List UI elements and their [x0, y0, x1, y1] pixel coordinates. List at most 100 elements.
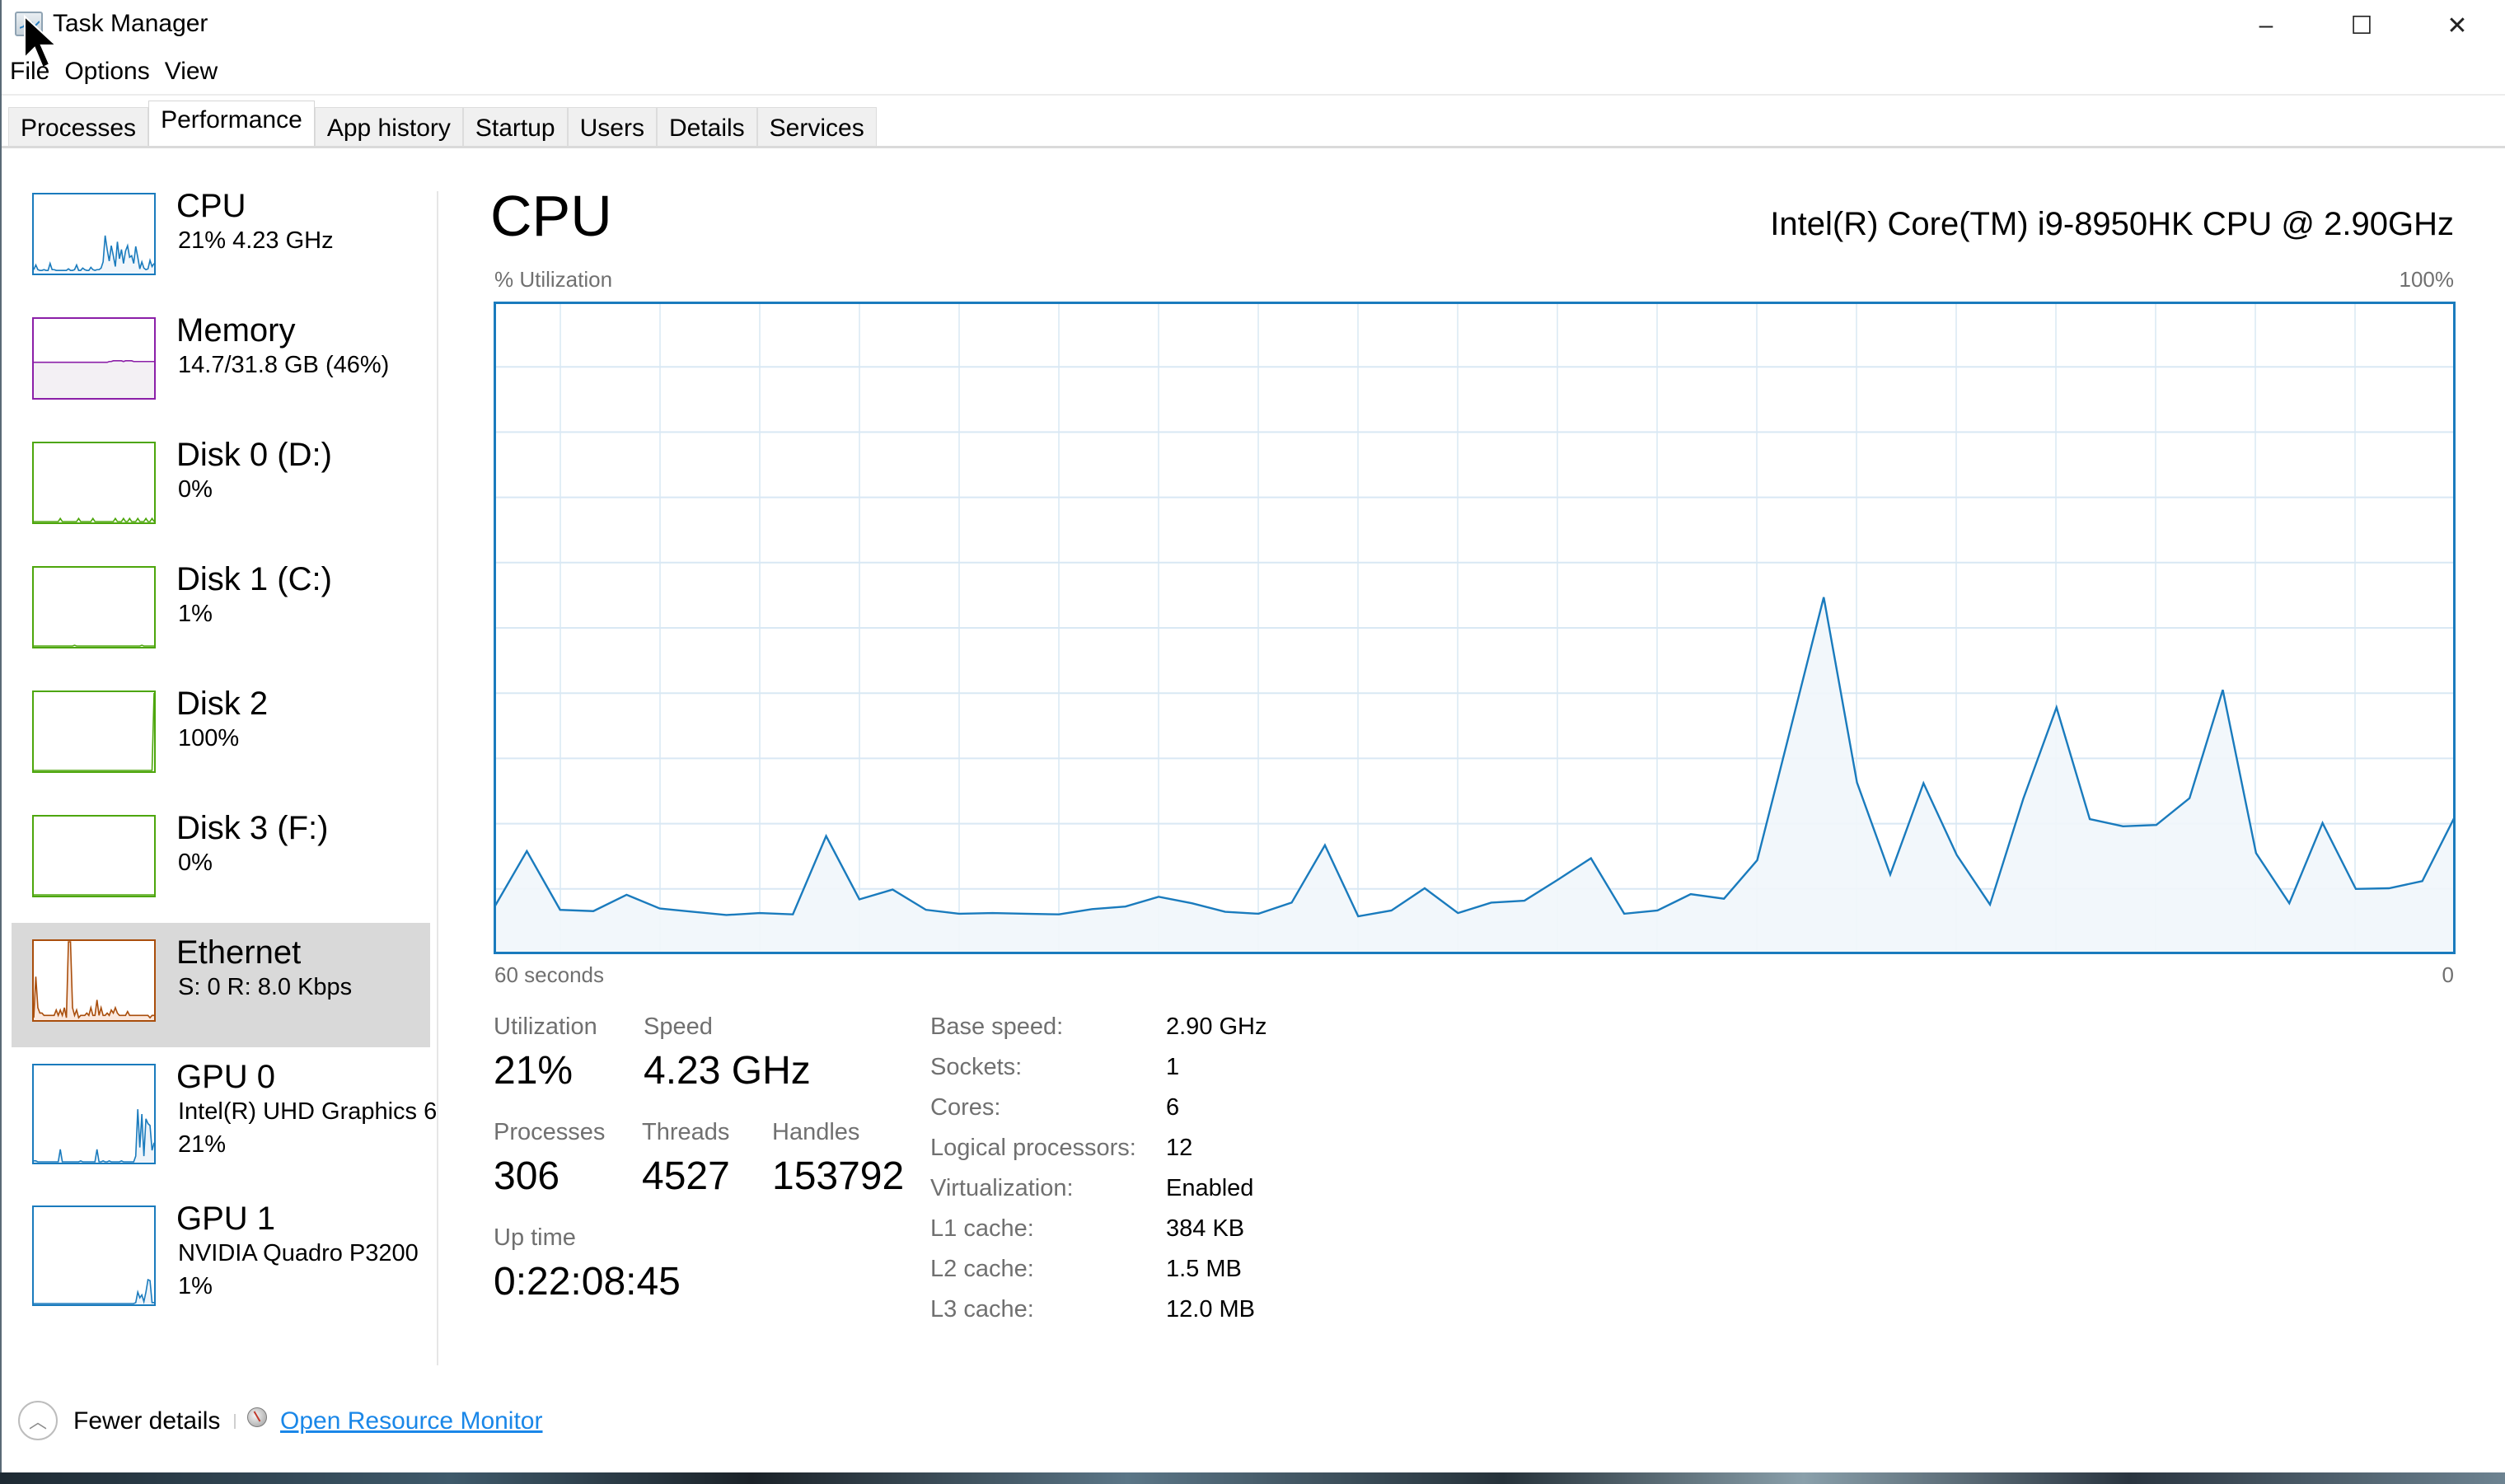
sidebar-item-subtitle: NVIDIA Quadro P3200	[178, 1240, 419, 1266]
uptime-label: Up time	[494, 1224, 576, 1251]
resource-monitor-icon	[247, 1407, 267, 1427]
sidebar-item-disk-0-d[interactable]: Disk 0 (D:) 0%	[12, 425, 430, 550]
sidebar-item-subtitle: 14.7/31.8 GB (46%)	[178, 352, 390, 378]
ethernet-thumbnail-line	[34, 941, 154, 1019]
gpu-0-thumbnail-graph	[32, 1064, 156, 1164]
chart-y-label: % Utilization	[494, 267, 613, 292]
sidebar-item-title: Memory	[176, 312, 296, 349]
speed-value: 4.23 GHz	[644, 1049, 811, 1093]
info-value: 1.5 MB	[1166, 1256, 1242, 1282]
sidebar-item-subtitle: Intel(R) UHD Graphics 6	[178, 1098, 438, 1125]
menu-view[interactable]: View	[163, 56, 219, 94]
ethernet-thumbnail-graph	[32, 939, 156, 1022]
cpu-model-name: Intel(R) Core(TM) i9-8950HK CPU @ 2.90GH…	[1770, 206, 2454, 242]
info-value: Enabled	[1166, 1175, 1254, 1201]
info-label: Sockets:	[930, 1054, 1023, 1080]
info-value: 12.0 MB	[1166, 1296, 1255, 1322]
sidebar-item-subtitle: S: 0 R: 8.0 Kbps	[178, 974, 353, 1000]
disk-3-f-thumbnail-graph	[32, 815, 156, 897]
gpu-0-thumbnail-line	[34, 1109, 154, 1163]
sidebar-item-disk-1-c[interactable]: Disk 1 (C:) 1%	[12, 550, 430, 674]
task-manager-window: Task Manager – ☐ ✕ File Options View Pro…	[0, 0, 2505, 1472]
info-value: 1	[1166, 1054, 1180, 1080]
fewer-details-button[interactable]: ︿	[18, 1401, 58, 1440]
sidebar-item-title: GPU 1	[176, 1201, 276, 1237]
info-value: 384 KB	[1166, 1215, 1245, 1242]
sidebar-item-subtitle: 0%	[178, 476, 213, 503]
disk-2-thumbnail-graph	[32, 691, 156, 773]
maximize-button[interactable]: ☐	[2314, 0, 2409, 51]
info-label: Cores:	[930, 1094, 1001, 1121]
footer-divider	[234, 1414, 236, 1429]
menu-bar: File Options View	[2, 56, 219, 94]
info-label: L2 cache:	[930, 1256, 1034, 1282]
utilization-value: 21%	[494, 1049, 574, 1093]
open-resource-monitor-link[interactable]: Open Resource Monitor	[280, 1407, 543, 1435]
tab-services[interactable]: Services	[756, 107, 877, 148]
sidebar-item-disk-2[interactable]: Disk 2 100%	[12, 674, 430, 798]
info-label: Base speed:	[930, 1014, 1064, 1040]
sidebar-item-title: Disk 2	[176, 686, 269, 722]
sidebar-item-gpu-1[interactable]: GPU 1 NVIDIA Quadro P3200 1%	[12, 1189, 430, 1331]
sidebar-item-value: 1%	[178, 1273, 213, 1299]
memory-thumbnail-area	[34, 360, 154, 398]
sidebar-item-subtitle: 1%	[178, 601, 213, 627]
close-button[interactable]: ✕	[2409, 0, 2505, 51]
sidebar-item-cpu[interactable]: CPU 21% 4.23 GHz	[12, 176, 430, 301]
tab-details[interactable]: Details	[656, 107, 757, 148]
sidebar-item-subtitle: 100%	[178, 725, 240, 751]
handles-value: 153792	[772, 1154, 905, 1198]
info-value: 2.90 GHz	[1166, 1014, 1267, 1040]
sidebar-divider[interactable]	[437, 191, 438, 1365]
gpu-1-thumbnail-line	[34, 1278, 154, 1304]
window-title: Task Manager	[53, 10, 208, 37]
gpu-1-thumbnail-graph	[32, 1205, 156, 1306]
uptime-value: 0:22:08:45	[494, 1260, 681, 1304]
chevron-up-icon: ︿	[28, 1411, 47, 1432]
sidebar-item-memory[interactable]: Memory 14.7/31.8 GB (46%)	[12, 301, 430, 425]
disk-0-d-thumbnail-line	[34, 517, 154, 522]
processes-label: Processes	[494, 1119, 606, 1145]
info-label: L1 cache:	[930, 1215, 1034, 1242]
close-icon: ✕	[2446, 12, 2468, 40]
info-label: Virtualization:	[930, 1175, 1074, 1201]
page-title: CPU	[490, 184, 612, 248]
threads-value: 4527	[642, 1154, 730, 1198]
cpu-area-fill	[494, 597, 2456, 954]
menu-divider	[2, 94, 2505, 96]
tab-processes[interactable]: Processes	[8, 107, 149, 148]
menu-options[interactable]: Options	[63, 56, 151, 94]
sidebar-item-title: GPU 0	[176, 1059, 276, 1095]
sidebar-item-subtitle: 21% 4.23 GHz	[178, 227, 334, 254]
sidebar-item-value: 21%	[178, 1131, 227, 1158]
speed-label: Speed	[644, 1014, 713, 1040]
sidebar-item-ethernet[interactable]: Ethernet S: 0 R: 8.0 Kbps	[12, 923, 430, 1047]
info-label: Logical processors:	[930, 1135, 1136, 1161]
maximize-icon: ☐	[2350, 12, 2373, 40]
fewer-details-label[interactable]: Fewer details	[73, 1407, 220, 1435]
processes-value: 306	[494, 1154, 560, 1198]
chart-x-left-label: 60 seconds	[494, 962, 604, 987]
minimize-icon: –	[2259, 12, 2273, 39]
info-value: 6	[1166, 1094, 1180, 1121]
ethernet-thumbnail-area	[34, 942, 154, 1020]
disk-2-thumbnail-line	[34, 692, 154, 771]
tab-startup[interactable]: Startup	[462, 107, 568, 148]
disk-1-c-thumbnail-graph	[32, 566, 156, 648]
desktop-background	[0, 1472, 2505, 1484]
sidebar-item-disk-3-f[interactable]: Disk 3 (F:) 0%	[12, 798, 430, 923]
memory-thumbnail-line	[34, 360, 154, 363]
title-bar: Task Manager – ☐ ✕	[2, 0, 2505, 69]
tab-app-history[interactable]: App history	[314, 107, 463, 148]
minimize-button[interactable]: –	[2218, 0, 2314, 51]
menu-file[interactable]: File	[8, 56, 51, 94]
sidebar-item-title: CPU	[176, 188, 246, 224]
utilization-label: Utilization	[494, 1014, 597, 1040]
sidebar-item-gpu-0[interactable]: GPU 0 Intel(R) UHD Graphics 6 21%	[12, 1047, 437, 1189]
tab-users[interactable]: Users	[567, 107, 657, 148]
tab-performance[interactable]: Performance	[148, 101, 315, 147]
info-value: 12	[1166, 1135, 1193, 1161]
cpu-thumbnail-graph	[32, 193, 156, 275]
tab-bar: Processes Performance App history Startu…	[8, 101, 877, 148]
sidebar-item-title: Ethernet	[176, 934, 302, 971]
